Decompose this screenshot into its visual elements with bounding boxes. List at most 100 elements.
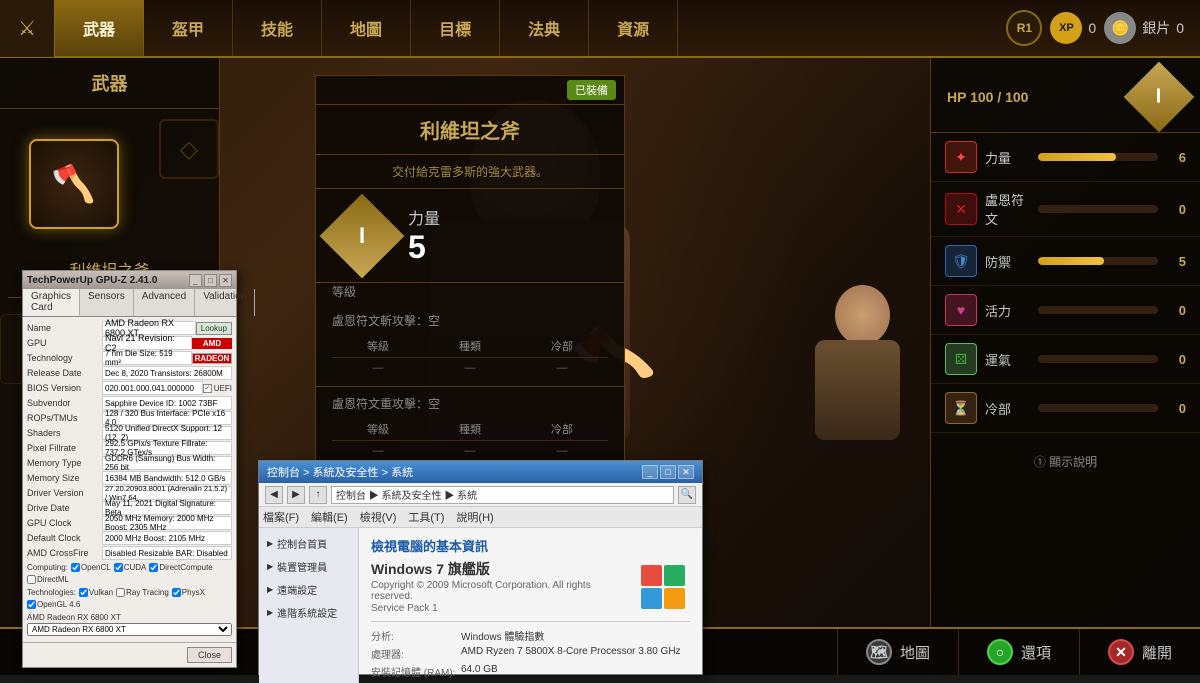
- weapon-name: 利維坦之斧: [316, 105, 624, 155]
- opengl-checkbox[interactable]: [27, 600, 36, 609]
- arrow-icon-4: ▶: [267, 608, 273, 617]
- sidebar-advanced-settings[interactable]: ▶ 進階系統設定: [259, 601, 358, 624]
- gpuz-value-crossfire: Disabled Resizable BAR: Disabled: [102, 546, 232, 560]
- tab-objectives[interactable]: 目標: [411, 0, 500, 56]
- raytracing-checkbox[interactable]: [116, 588, 125, 597]
- sidebar-remote-settings[interactable]: ▶ 遠端設定: [259, 578, 358, 601]
- gpuz-tab-advanced[interactable]: Advanced: [134, 289, 195, 316]
- xp-icon: XP: [1050, 12, 1082, 44]
- tab-armor-label: 盔甲: [172, 16, 204, 40]
- xp-icon-label: XP: [1059, 22, 1074, 34]
- gpuz-lookup-btn[interactable]: Lookup: [196, 322, 232, 335]
- enchant-heavy-title: 盧恩符文重攻擊：空: [332, 395, 608, 412]
- weapon-slot-axe[interactable]: 🪓: [29, 139, 119, 229]
- computing-label: Computing:: [27, 563, 68, 572]
- sidebar-device-manager[interactable]: ▶ 裝置管理員: [259, 555, 358, 578]
- enchant-section-attack: 盧恩符文斬攻擊：空 等級 種類 冷部 — — —: [316, 304, 624, 387]
- gpuz-controls: _ □ ✕: [189, 274, 232, 287]
- tab-codex[interactable]: 法典: [500, 0, 589, 56]
- menu-tools[interactable]: 工具(T): [408, 509, 444, 525]
- menu-edit[interactable]: 編輯(E): [311, 509, 348, 525]
- sysinfo-minimize[interactable]: _: [642, 465, 658, 479]
- tab-resources[interactable]: 資源: [589, 0, 678, 56]
- address-path[interactable]: 控制台 ▶ 系統及安全性 ▶ 系統: [331, 486, 674, 504]
- tab-skills[interactable]: 技能: [233, 0, 322, 56]
- stat-row-vitality: ♥ 活力 0: [931, 286, 1200, 335]
- gpuz-label-memtype: Memory Type: [27, 458, 102, 468]
- cooldown-symbol: ⏳: [952, 400, 969, 417]
- atreus-figure: [800, 280, 920, 480]
- enchant-attack-table: 等級 種類 冷部 — — —: [332, 335, 608, 378]
- gpuz-tab-validation[interactable]: Validation: [195, 289, 255, 316]
- directcompute-checkbox[interactable]: [149, 563, 158, 572]
- gpuz-maximize[interactable]: □: [204, 274, 217, 287]
- leave-button[interactable]: ✕ 離開: [1079, 629, 1200, 675]
- gpuz-label-rops: ROPs/TMUs: [27, 413, 102, 423]
- tab-armor[interactable]: 盔甲: [144, 0, 233, 56]
- gpuz-close-button[interactable]: Close: [187, 647, 232, 663]
- atreus-body: [815, 340, 900, 440]
- enchant-row1-type: —: [424, 358, 516, 379]
- opencl-checkbox[interactable]: [71, 563, 80, 572]
- spec-label-cpu: 處理器:: [371, 646, 461, 661]
- menu-file[interactable]: 檔案(F): [263, 509, 299, 525]
- addr-back-btn[interactable]: ◀: [265, 486, 283, 504]
- win-logo-q2: [664, 565, 685, 586]
- gpuz-value-driver: 27.20.20903.8001 (Adrenalin 21.5.2) / Wi…: [102, 486, 232, 500]
- gpuz-value-gpuclock: 2050 MHz Memory: 2000 MHz Boost: 2305 MH…: [102, 516, 232, 530]
- vulkan-checkbox[interactable]: [79, 588, 88, 597]
- stat-vitality-label: 活力: [985, 301, 1030, 320]
- gpuz-value-memsize: 16384 MB Bandwidth: 512.0 GB/s: [102, 471, 232, 485]
- gpuz-tab-graphics[interactable]: Graphics Card: [23, 289, 80, 316]
- gpuz-device-select[interactable]: AMD Radeon RX 6800 XT: [27, 623, 232, 636]
- sysinfo-maximize[interactable]: □: [660, 465, 676, 479]
- sysinfo-close[interactable]: ✕: [678, 465, 694, 479]
- spec-row-cpu: 處理器: AMD Ryzen 7 5800X 8-Core Processor …: [371, 646, 690, 661]
- win-logo-q1: [641, 565, 662, 586]
- return-icon: ○: [987, 639, 1013, 665]
- defense-bar: [1038, 257, 1158, 265]
- gpuz-close[interactable]: ✕: [219, 274, 232, 287]
- cuda-checkbox[interactable]: [114, 563, 123, 572]
- windows-copyright: Copyright © 2009 Microsoft Corporation. …: [371, 580, 619, 602]
- enchant-attack-title: 盧恩符文斬攻擊：空: [332, 312, 608, 329]
- tab-weapons[interactable]: 武器: [55, 0, 144, 56]
- sidebar-item-2: 裝置管理員: [277, 559, 327, 574]
- windows-service-pack: Service Pack 1: [371, 603, 619, 614]
- tab-map[interactable]: 地圖: [322, 0, 411, 56]
- silver-value: 0: [1176, 20, 1184, 36]
- strength-symbol: ✦: [955, 149, 967, 166]
- sysinfo-sidebar: ▶ 控制台首頁 ▶ 裝置管理員 ▶ 遠端設定 ▶ 進階系統設定: [259, 528, 359, 683]
- map-button[interactable]: 🗺 地圖: [837, 629, 958, 675]
- nav-r1-button[interactable]: R1: [1006, 10, 1042, 46]
- gpuz-value-subvendor: Sapphire Device ID: 1002 73BF: [102, 396, 232, 410]
- atreus-head: [835, 285, 890, 345]
- directml-checkbox[interactable]: [27, 575, 36, 584]
- spec-label-ram: 安裝記憶體 (RAM):: [371, 664, 461, 679]
- sysinfo-section-title: 檢視電腦的基本資訊: [371, 536, 690, 555]
- addr-up-btn[interactable]: ↑: [309, 486, 327, 504]
- physx-checkbox[interactable]: [172, 588, 181, 597]
- menu-view[interactable]: 檢視(V): [360, 509, 397, 525]
- addr-search-btn[interactable]: 🔍: [678, 486, 696, 504]
- gpuz-row-memtype: Memory Type GDDR6 (Samsung) Bus Width: 2…: [27, 456, 232, 470]
- gpuz-titlebar: TechPowerUp GPU-Z 2.41.0 _ □ ✕: [23, 271, 236, 289]
- sysinfo-menubar: 檔案(F) 編輯(E) 檢視(V) 工具(T) 說明(H): [259, 507, 702, 528]
- gpuz-row-bios: BIOS Version 020.001.000.041.000000 ✓ UE…: [27, 381, 232, 395]
- return-label: 還項: [1021, 642, 1051, 663]
- col-type: 種類: [424, 335, 516, 358]
- return-button[interactable]: ○ 還項: [958, 629, 1079, 675]
- stat-row-rune: ✕ 盧恩符文 0: [931, 182, 1200, 237]
- right-panel: HP 100 / 100 I ✦ 力量 6 ✕ 盧恩符文 0 🛡 防禦: [930, 58, 1200, 675]
- gpuz-tab-sensors[interactable]: Sensors: [80, 289, 134, 316]
- map-label: 地圖: [900, 642, 930, 663]
- sidebar-control-panel[interactable]: ▶ 控制台首頁: [259, 532, 358, 555]
- stat-row-strength: ✦ 力量 6: [931, 133, 1200, 182]
- menu-help[interactable]: 說明(H): [456, 509, 493, 525]
- uefi-checkbox[interactable]: ✓: [203, 384, 212, 393]
- gpuz-value-bios: 020.001.000.041.000000: [102, 381, 203, 395]
- gpuz-minimize[interactable]: _: [189, 274, 202, 287]
- technologies-label: Technologies:: [27, 588, 76, 597]
- home-button[interactable]: ⚔: [0, 0, 55, 57]
- addr-forward-btn[interactable]: ▶: [287, 486, 305, 504]
